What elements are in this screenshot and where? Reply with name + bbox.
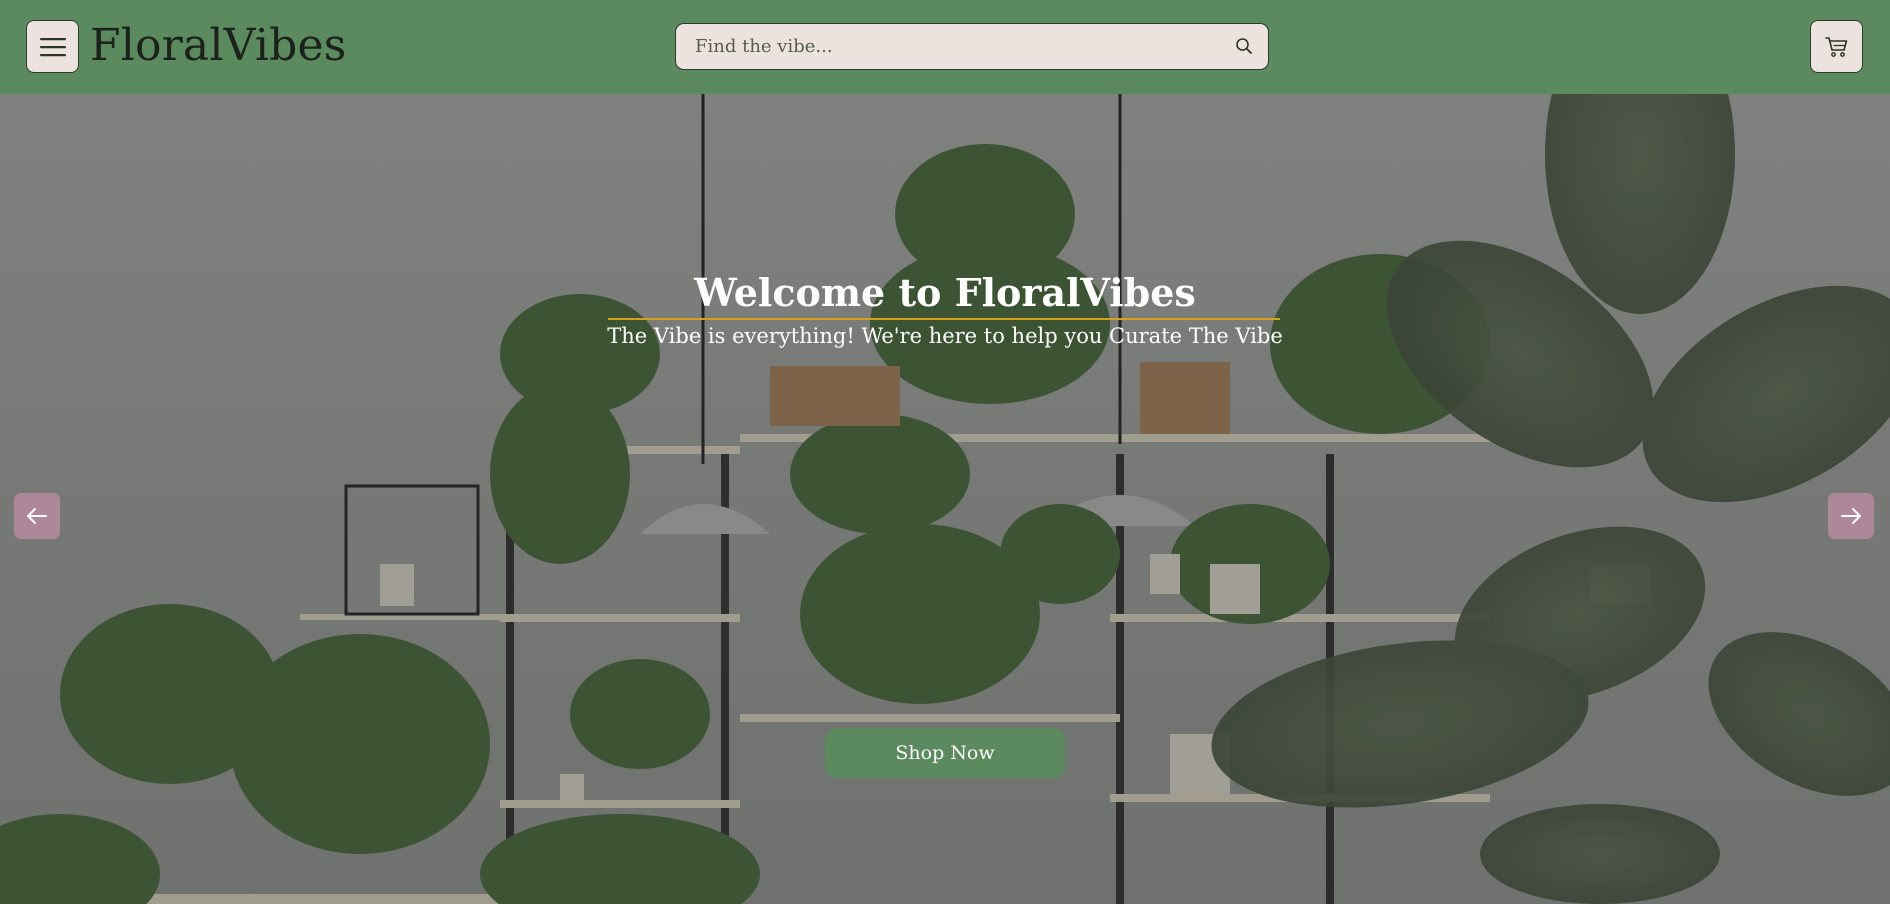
shop-now-button[interactable]: Shop Now bbox=[825, 728, 1065, 778]
shopping-cart-icon bbox=[1824, 36, 1847, 57]
arrow-left-icon bbox=[27, 508, 47, 524]
site-logo[interactable]: FloralVibes bbox=[90, 18, 347, 74]
search-icon[interactable] bbox=[1234, 36, 1254, 56]
carousel-prev-button[interactable] bbox=[14, 493, 60, 539]
hero-subtitle: The Vibe is everything! We're here to he… bbox=[607, 324, 1283, 348]
arrow-right-icon bbox=[1841, 508, 1861, 524]
hamburger-menu-icon bbox=[39, 37, 66, 56]
hero-title: Welcome to FloralVibes bbox=[694, 270, 1196, 315]
cart-button[interactable] bbox=[1810, 20, 1863, 73]
menu-button[interactable] bbox=[26, 20, 79, 73]
site-header: FloralVibes bbox=[0, 0, 1890, 94]
carousel-next-button[interactable] bbox=[1828, 493, 1874, 539]
search-bar bbox=[675, 23, 1269, 70]
hero-title-underline bbox=[608, 318, 1280, 320]
hero-carousel: Welcome to FloralVibes The Vibe is every… bbox=[0, 94, 1890, 904]
hero-overlay bbox=[0, 94, 1890, 904]
search-input[interactable] bbox=[695, 24, 1215, 68]
